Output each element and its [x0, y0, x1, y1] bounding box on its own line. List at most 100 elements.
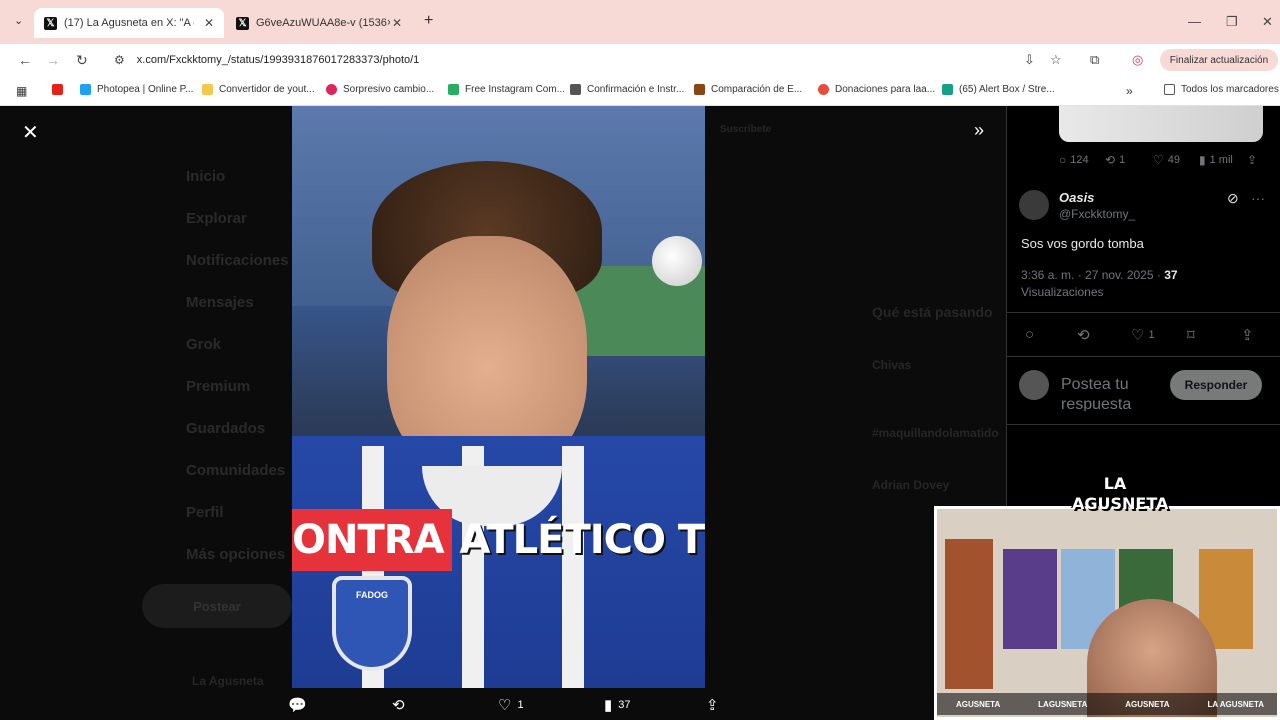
dim-post-button: Postear	[142, 584, 292, 628]
grok-icon[interactable]: ⊘	[1227, 190, 1239, 207]
bookmark-item[interactable]: Convertidor de yout...	[202, 84, 315, 95]
reply-action[interactable]: 💬	[288, 696, 313, 714]
close-tab-icon[interactable]: ✕	[204, 16, 214, 30]
link-icon	[570, 84, 581, 95]
bookmark-item[interactable]: Sorpresivo cambio...	[326, 84, 434, 95]
divider	[1007, 312, 1280, 313]
reply-icon: ○	[1025, 326, 1035, 343]
views-label: Visualizaciones	[1021, 285, 1104, 299]
dim-footer-name: La Agusneta	[192, 674, 264, 688]
photo-viewer: Inicio Explorar Notificaciones Mensajes …	[0, 106, 1280, 720]
heart-icon: ♡	[498, 697, 512, 714]
poster	[1003, 549, 1057, 649]
avatar[interactable]	[1019, 370, 1049, 400]
parent-share-stat[interactable]: ⇪	[1247, 153, 1261, 167]
like-action[interactable]: ♡ 1	[498, 696, 524, 714]
bookmark-item[interactable]: Photopea | Online P...	[80, 84, 193, 95]
reply-views-count: 37	[1164, 268, 1178, 282]
minimize-button[interactable]: —	[1188, 14, 1201, 29]
more-bookmarks-icon[interactable]: »	[1126, 84, 1133, 98]
parent-repost-stat[interactable]: ⟲ 1	[1105, 153, 1125, 167]
update-button[interactable]: Finalizar actualización	[1160, 49, 1278, 71]
close-tab-icon[interactable]: ✕	[392, 16, 402, 30]
forward-button[interactable]: →	[46, 52, 60, 68]
like-button[interactable]: ♡ 1	[1131, 326, 1155, 344]
tab-la-agusneta[interactable]: 𝕏 (17) La Agusneta en X: "A quie ✕	[34, 8, 224, 38]
install-icon[interactable]: ⇩	[1024, 52, 1035, 68]
parent-likes-count: 49	[1167, 154, 1181, 166]
address-bar-row: ← → ↻ ⚙ x.com/Fxckktomy_/status/19939318…	[0, 44, 1280, 76]
parent-post-image[interactable]	[1059, 106, 1263, 142]
author-handle[interactable]: @Fxckktomy_	[1059, 207, 1135, 221]
bookmark-item[interactable]: Free Instagram Com...	[448, 84, 565, 95]
bookmark-label: (65) Alert Box / Stre...	[959, 84, 1055, 95]
extensions-icon[interactable]: ⧉	[1090, 52, 1099, 68]
youtube-bookmark[interactable]	[52, 84, 69, 95]
bookmark-button[interactable]: ⌑	[1187, 326, 1195, 344]
reply-input[interactable]: Postea tu respuesta	[1061, 375, 1165, 411]
parent-views-stat[interactable]: ▮ 1 mil	[1199, 153, 1233, 167]
bookmark-label: Donaciones para laa...	[835, 84, 936, 95]
bookmark-icon: ⌑	[1187, 327, 1195, 344]
share-button[interactable]: ⇪	[1241, 326, 1254, 344]
folder-icon	[202, 84, 213, 95]
reload-button[interactable]: ↻	[76, 52, 88, 69]
all-bookmarks[interactable]: Todos los marcadores	[1164, 84, 1279, 95]
tab-image[interactable]: 𝕏 G6veAzuWUAA8e-v (1536×204 ✕	[226, 8, 412, 38]
video-caption: ONTRA ATLÉTICO TUCUMÁ	[292, 509, 705, 571]
expand-panel-icon[interactable]: »	[974, 120, 984, 141]
bookmark-favicon-icon	[818, 84, 829, 95]
x-logo-icon: 𝕏	[236, 16, 249, 30]
parent-reposts-count: 1	[1119, 154, 1126, 166]
author-name[interactable]: Oasis	[1059, 190, 1094, 205]
browser-tab-bar: ⌄ 𝕏 (17) La Agusneta en X: "A quie ✕ 𝕏 G…	[0, 0, 1280, 44]
site-info-icon[interactable]: ⚙	[114, 53, 125, 67]
views-count: 37	[618, 699, 631, 711]
folder-icon	[1164, 84, 1175, 95]
restore-button[interactable]: ❐	[1226, 14, 1238, 30]
youtube-icon	[52, 84, 63, 95]
bookmark-item[interactable]: Donaciones para laa...	[818, 84, 935, 95]
reply-button[interactable]: ○	[1025, 326, 1034, 343]
bookmark-item[interactable]: (65) Alert Box / Stre...	[942, 84, 1055, 95]
more-options-icon[interactable]: ···	[1251, 190, 1265, 206]
avatar[interactable]	[1019, 190, 1049, 220]
views-action[interactable]: ▮ 37	[604, 696, 631, 714]
new-tab-button[interactable]: +	[424, 12, 433, 30]
parent-like-stat[interactable]: ♡ 49	[1153, 153, 1180, 167]
tab-title: G6veAzuWUAA8e-v (1536×204	[256, 17, 390, 29]
reply-icon: 💬	[288, 697, 307, 714]
like-count: 1	[517, 699, 524, 711]
repost-icon: ⟲	[392, 697, 405, 714]
football	[652, 236, 702, 286]
webcam-overlay: AGUSNETA LAGUSNETA AGUSNETA LA AGUSNETA	[934, 506, 1280, 720]
bookmark-label: Confirmación e Instr...	[587, 84, 685, 95]
respond-button[interactable]: Responder	[1170, 370, 1262, 400]
caption-highlight: ONTRA	[292, 509, 452, 571]
caption-text: ATLÉTICO TUCUMÁ	[459, 517, 705, 563]
close-viewer-icon[interactable]: ✕	[22, 120, 39, 145]
bookmark-favicon-icon	[448, 84, 459, 95]
divider	[1007, 356, 1280, 357]
door	[945, 539, 993, 689]
reply-composer: Postea tu respuesta Responder	[1019, 368, 1275, 412]
url-bar[interactable]: ⚙ x.com/Fxckktomy_/status/19939318760172…	[104, 47, 1004, 73]
bookmark-star-icon[interactable]: ☆	[1050, 52, 1062, 68]
dim-trending-title: Qué está pasando	[872, 304, 993, 320]
club-crest: FADOG	[332, 576, 412, 671]
logo-line: AGUSNETA	[1072, 494, 1169, 513]
tab-search-icon[interactable]: ⌄	[14, 14, 23, 27]
back-button[interactable]: ←	[18, 52, 32, 68]
apps-grid-icon[interactable]: ▦	[16, 84, 27, 98]
repost-button[interactable]: ⟲	[1077, 326, 1090, 344]
share-action[interactable]: ⇪	[706, 696, 725, 714]
close-window-button[interactable]: ✕	[1262, 14, 1273, 30]
parent-reply-stat[interactable]: ○ 124	[1059, 153, 1089, 167]
parent-replies-count: 124	[1070, 154, 1089, 166]
profile-icon[interactable]: ◎	[1132, 52, 1143, 68]
bookmark-item[interactable]: Confirmación e Instr...	[570, 84, 684, 95]
repost-action[interactable]: ⟲	[392, 696, 411, 714]
bookmark-item[interactable]: Comparación de E...	[694, 84, 802, 95]
post-image[interactable]: FADOG ONTRA ATLÉTICO TUCUMÁ	[292, 106, 705, 688]
all-bookmarks-label: Todos los marcadores	[1181, 84, 1279, 95]
